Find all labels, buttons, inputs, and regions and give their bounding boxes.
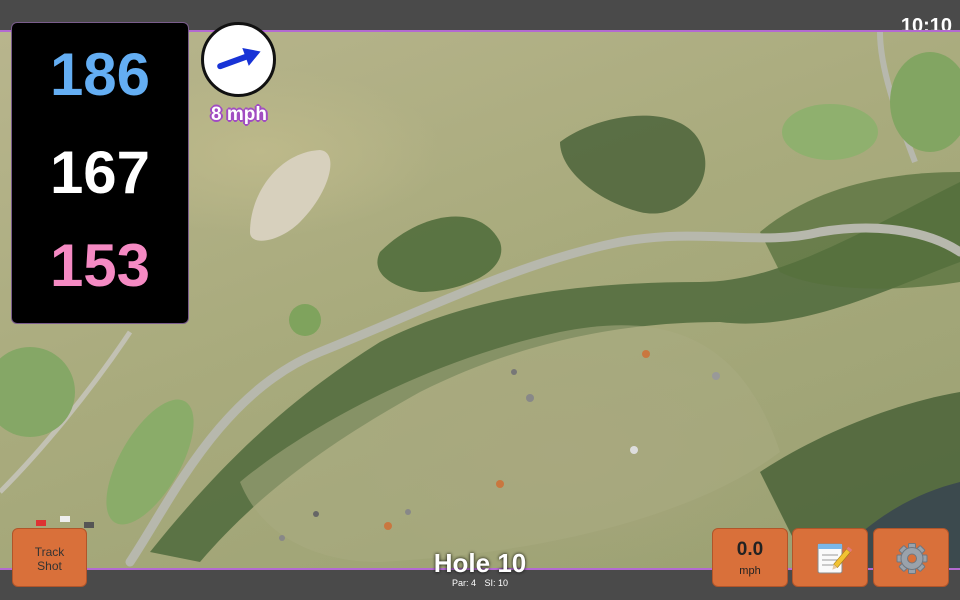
speed-button[interactable]: 0.0 mph [712, 528, 788, 587]
speed-value: 0.0 [736, 539, 764, 560]
front-distance: 153 [49, 232, 151, 299]
distance-panel: 186 167 153 [11, 22, 189, 324]
hole-info: Hole 10 Par: 4 SI: 10 [380, 548, 580, 588]
arrow-right-icon [217, 48, 261, 70]
hole-meta: Par: 4 SI: 10 [380, 578, 580, 588]
hole-stroke-index: SI: 10 [484, 578, 509, 588]
track-shot-label-line1: Track [34, 545, 65, 559]
golf-gps-screen: 10:10 186 167 153 8 mph Track Shot Hole … [0, 0, 960, 600]
track-shot-button[interactable]: Track Shot [12, 528, 87, 587]
hole-title: Hole 10 [433, 548, 527, 578]
settings-button[interactable] [873, 528, 949, 587]
wind-speed-label: 8 mph [211, 104, 267, 125]
speed-unit: mph [739, 565, 761, 577]
hole-par: Par: 4 [451, 578, 476, 588]
notepad-icon [817, 543, 853, 574]
back-distance: 186 [49, 41, 151, 108]
middle-distance: 167 [49, 139, 151, 206]
gear-icon [896, 543, 928, 574]
wind-indicator [201, 22, 276, 97]
track-shot-label-line2: Shot [37, 559, 62, 573]
notes-button[interactable] [792, 528, 868, 587]
